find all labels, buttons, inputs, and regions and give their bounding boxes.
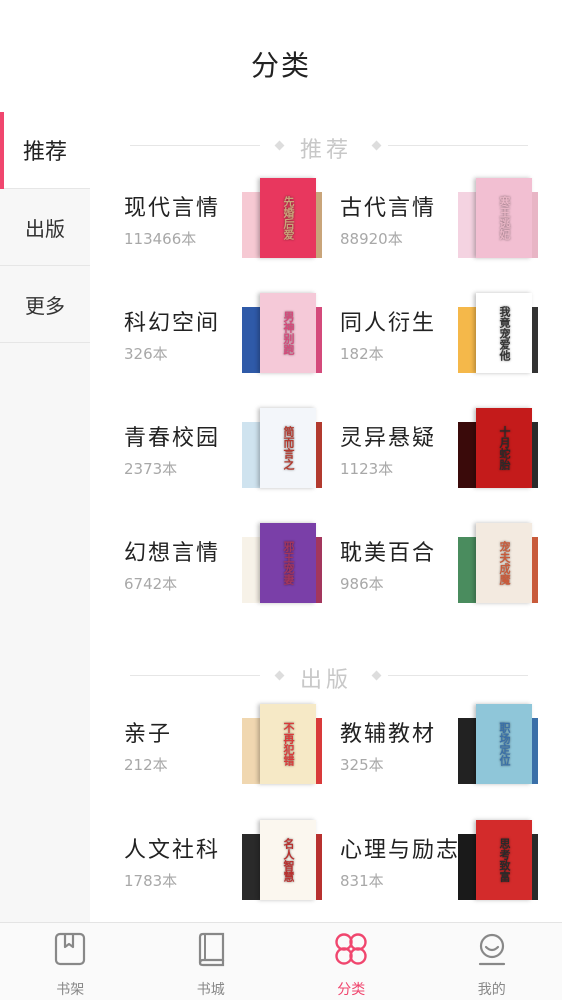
category-item[interactable]: 同人衍生 182本 我竟宠爱他 [306, 293, 542, 403]
bookmark-book-icon [55, 932, 86, 966]
tab-bookshelf[interactable]: 书架 [0, 923, 141, 1000]
divider-line [388, 145, 528, 146]
bottom-tab-bar: 书架 书城 分类 我的 [0, 922, 562, 1000]
category-content[interactable]: 推荐 现代言情 113466本 先婚后爱 古代言情 88920本 寒王逃妃 科幻… [90, 112, 562, 922]
category-item[interactable]: 现代言情 113466本 先婚后爱 [90, 178, 326, 288]
sidebar-item-more[interactable]: 更多 [0, 266, 90, 343]
tab-label: 书城 [196, 982, 225, 998]
page-title: 分类 [250, 49, 311, 82]
category-count: 113466本 [124, 230, 197, 248]
divider-line [388, 675, 528, 676]
sidebar-item-recommend[interactable]: 推荐 [0, 112, 90, 189]
category-name: 人文社科 [124, 838, 221, 863]
sidebar-item-label: 推荐 [22, 140, 67, 165]
sidebar-item-publish[interactable]: 出版 [0, 189, 90, 266]
category-item[interactable]: 科幻空间 326本 男神别跑 [90, 293, 326, 403]
category-item[interactable]: 灵异悬疑 1123本 十月蛇胎 [306, 408, 542, 518]
section-title: 推荐 [299, 138, 352, 163]
category-item[interactable]: 人文社科 1783本 名人智慧 [90, 820, 326, 922]
category-item[interactable]: 教辅教材 325本 职场定位 [306, 704, 542, 814]
category-name: 灵异悬疑 [340, 426, 437, 451]
category-count: 6742本 [124, 575, 178, 593]
category-count: 1123本 [340, 460, 394, 478]
sidebar-item-label: 更多 [25, 293, 65, 318]
category-item[interactable]: 亲子 212本 不再犯错 [90, 704, 326, 814]
category-name: 现代言情 [124, 196, 221, 221]
category-count: 326本 [124, 345, 168, 363]
category-item[interactable]: 古代言情 88920本 寒王逃妃 [306, 178, 542, 288]
tab-mine[interactable]: 我的 [422, 923, 562, 1000]
category-name: 幻想言情 [124, 541, 221, 566]
tab-category[interactable]: 分类 [281, 923, 422, 1000]
category-name: 青春校园 [124, 426, 221, 451]
category-item[interactable]: 耽美百合 986本 宠夫成魔 [306, 523, 542, 633]
tab-bookstore[interactable]: 书城 [141, 923, 282, 1000]
section-header-recommend: 推荐 [90, 126, 562, 166]
category-name: 耽美百合 [340, 541, 437, 566]
category-name: 古代言情 [340, 196, 437, 221]
tab-label: 分类 [337, 982, 366, 998]
book-icon [198, 932, 224, 967]
section-title: 出版 [299, 668, 352, 693]
category-grid-icon [335, 933, 367, 965]
category-item[interactable]: 幻想言情 6742本 邪王宠妻 [90, 523, 326, 633]
category-item[interactable]: 心理与励志 831本 思考致富 [306, 820, 542, 922]
category-count: 986本 [340, 575, 384, 593]
category-sidebar: 推荐 出版 更多 [0, 112, 90, 922]
book-cover-stack: 思考致富 [458, 820, 538, 900]
category-count: 182本 [340, 345, 384, 363]
category-count: 2373本 [124, 460, 178, 478]
category-name: 心理与励志 [340, 838, 461, 863]
category-count: 88920本 [340, 230, 403, 248]
user-icon [478, 933, 505, 966]
category-count: 1783本 [124, 872, 178, 890]
tab-label: 书架 [56, 982, 85, 998]
category-count: 212本 [124, 756, 168, 774]
book-cover-stack: 寒王逃妃 [458, 178, 538, 258]
category-name: 同人衍生 [340, 311, 437, 336]
book-cover-stack: 职场定位 [458, 704, 538, 784]
book-cover-stack: 宠夫成魔 [458, 523, 538, 603]
section-header-publish: 出版 [90, 656, 562, 696]
tab-label: 我的 [477, 982, 506, 998]
category-item[interactable]: 青春校园 2373本 简而言之 [90, 408, 326, 518]
header: 分类 [0, 0, 562, 112]
category-name: 教辅教材 [340, 722, 437, 747]
category-name: 亲子 [124, 722, 173, 747]
category-name: 科幻空间 [124, 311, 221, 336]
category-count: 831本 [340, 872, 384, 890]
category-count: 325本 [340, 756, 384, 774]
book-cover-stack: 十月蛇胎 [458, 408, 538, 488]
sidebar-item-label: 出版 [25, 216, 65, 241]
book-cover-stack: 我竟宠爱他 [458, 293, 538, 373]
